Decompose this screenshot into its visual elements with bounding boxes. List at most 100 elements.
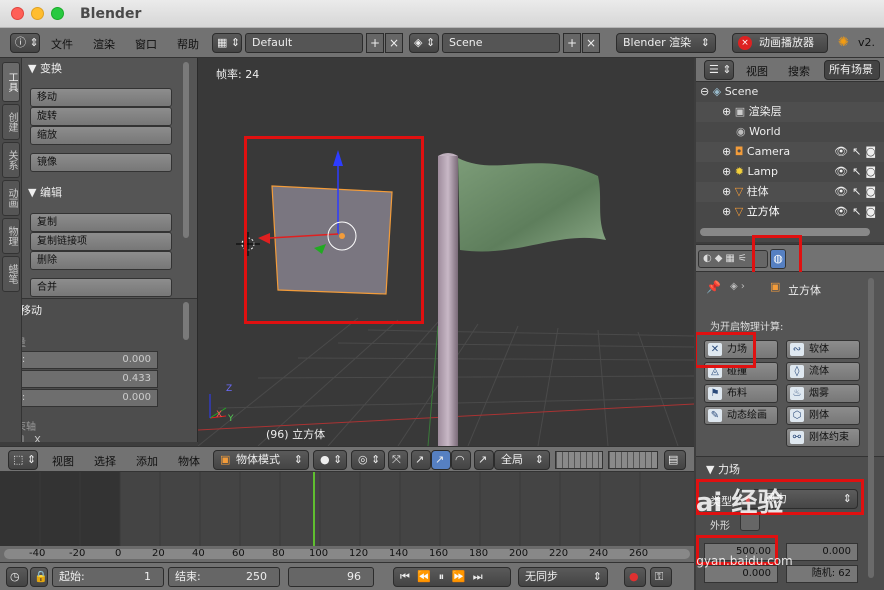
vp-menu-view[interactable]: 视图 — [52, 453, 74, 469]
transform-orientation-icon[interactable]: ↗ — [474, 450, 494, 470]
outliner-row-lamp[interactable]: ⊕ ✹ Lamp 👁↖◙ — [696, 162, 884, 182]
playback-controls[interactable]: ⏮ ⏪ ⏸ ⏩ ⏭ — [393, 567, 511, 587]
collapse-icon[interactable]: ⊖ — [700, 85, 709, 98]
scene-field[interactable]: Scene — [442, 33, 560, 53]
shading-select[interactable]: ● ⇕ — [313, 450, 347, 470]
constraint-x-checkbox[interactable] — [22, 435, 24, 442]
delete-button[interactable]: 删除 — [30, 251, 172, 270]
outliner-row-cube[interactable]: ⊕ ▽ 立方体 👁↖◙ — [696, 202, 884, 222]
smoke-button[interactable]: ♨ 烟雾 — [786, 384, 860, 403]
menu-help[interactable]: 帮助 — [177, 36, 199, 52]
flag-mesh[interactable] — [458, 158, 606, 252]
timeline-scrollbar[interactable] — [4, 549, 690, 559]
scale-button[interactable]: 缩放 — [30, 126, 172, 145]
rigid-body-constraint-button[interactable]: ⚯ 刚体约束 — [786, 428, 860, 447]
add-scene-button[interactable]: + — [563, 33, 581, 53]
tab-tools[interactable]: 工具 — [2, 62, 20, 102]
close-window-button[interactable] — [11, 7, 24, 20]
expand-icon[interactable]: ⊕ — [722, 145, 731, 158]
mirror-button[interactable]: 镜像 — [30, 153, 172, 172]
outliner-row-world[interactable]: ◉ World — [696, 122, 884, 142]
animation-player-button[interactable]: × 动画播放器 — [732, 33, 828, 53]
expand-icon[interactable]: ⊕ — [722, 105, 731, 118]
outliner-menu-search[interactable]: 搜索 — [788, 63, 810, 79]
menu-window[interactable]: 窗口 — [135, 36, 157, 52]
menu-render[interactable]: 渲染 — [93, 36, 115, 52]
outliner-row-render-layers[interactable]: ⊕ ▣ 渲染层 — [696, 102, 884, 122]
flow-field[interactable]: 0.000 — [786, 543, 858, 561]
edit-panel-header[interactable]: ▼ 编辑 — [28, 184, 62, 200]
vector-x-field[interactable]: X: 0.000 — [22, 351, 158, 369]
properties-scrollbar[interactable] — [868, 278, 874, 578]
join-button[interactable]: 合并 — [30, 278, 172, 297]
seed-field[interactable]: 随机: 62 — [786, 565, 858, 583]
screen-layout-field[interactable]: Default — [245, 33, 363, 53]
pole-mesh[interactable] — [438, 156, 458, 446]
sync-mode-select[interactable]: 无同步 ⇕ — [518, 567, 608, 587]
start-frame-field[interactable]: 起始: 1 — [52, 567, 164, 587]
visibility-toggles[interactable]: 👁↖◙ — [834, 182, 880, 202]
outliner-menu-view[interactable]: 视图 — [746, 63, 768, 79]
gizmo-z-arrow[interactable] — [333, 150, 343, 166]
outliner-row-cylinder[interactable]: ⊕ ▽ 柱体 👁↖◙ — [696, 182, 884, 202]
outliner-filter-select[interactable]: 所有场景 — [824, 60, 880, 80]
visibility-toggles[interactable]: 👁↖◙ — [834, 162, 880, 182]
move-button[interactable]: 移动 — [30, 88, 172, 107]
gizmo-x-arrow[interactable] — [258, 233, 270, 244]
force-field-panel-header[interactable]: ▼ 力场 — [706, 461, 740, 477]
cube-mesh[interactable] — [271, 185, 393, 295]
soft-body-button[interactable]: ∾ 软体 — [786, 340, 860, 359]
vp-menu-object[interactable]: 物体 — [178, 453, 200, 469]
outliner-row-scene[interactable]: ⊖ ◈ Scene — [696, 82, 884, 102]
outliner-row-camera[interactable]: ⊕ ◘ Camera 👁↖◙ — [696, 142, 884, 162]
outliner-editor-icon[interactable]: ☰ ⇕ — [704, 60, 734, 80]
timeline-editor-icon[interactable]: ◷ — [6, 567, 28, 587]
duplicate-button[interactable]: 复制 — [30, 213, 172, 232]
render-engine-select[interactable]: Blender 渲染 ⇕ — [616, 33, 716, 53]
rotate-button[interactable]: 旋转 — [30, 107, 172, 126]
tab-create[interactable]: 创建 — [2, 104, 20, 140]
visibility-toggles[interactable]: 👁↖◙ — [834, 142, 880, 162]
current-frame-field[interactable]: 96 — [288, 567, 374, 587]
expand-icon[interactable]: ⊕ — [722, 185, 731, 198]
rotate-manipulator-icon[interactable]: ↗ — [431, 450, 451, 470]
mode-select[interactable]: ▣ 物体模式 ⇕ — [213, 450, 309, 470]
outliner-scrollbar[interactable] — [700, 228, 870, 236]
context-tabs[interactable]: ◐◆▦⚟ — [698, 250, 768, 268]
3d-cursor[interactable] — [236, 232, 260, 256]
remove-layout-button[interactable]: × — [385, 33, 403, 53]
maximize-window-button[interactable] — [51, 7, 64, 20]
add-layout-button[interactable]: + — [366, 33, 384, 53]
screen-layout-icon[interactable]: ▦ ⇕ — [212, 33, 242, 53]
transform-panel-header[interactable]: ▼ 变换 — [28, 60, 62, 76]
dynamic-paint-button[interactable]: ✎ 动态绘画 — [704, 406, 778, 425]
duplicate-linked-button[interactable]: 复制链接项 — [30, 232, 172, 251]
layers-grid-2[interactable] — [608, 451, 658, 469]
timeline[interactable]: -40 -20 0 20 40 60 80 100 120 140 160 180 200 220 240 2… — [0, 472, 694, 562]
orientation-select[interactable]: 全局 ⇕ — [494, 450, 550, 470]
3d-viewport[interactable]: 帧率: 24 (96) 立方体 Z X Y — [198, 58, 694, 446]
remove-scene-button[interactable]: × — [582, 33, 600, 53]
operator-scrollbar[interactable] — [183, 302, 189, 340]
expand-icon[interactable]: ⊕ — [722, 205, 731, 218]
minimize-window-button[interactable] — [31, 7, 44, 20]
render-preview-icon[interactable]: ▤ — [664, 450, 686, 470]
layers-grid-1[interactable] — [555, 451, 603, 469]
pivot-select[interactable]: ◎ ⇕ — [351, 450, 385, 470]
keying-icon[interactable]: ⚿ — [650, 567, 672, 587]
operator-panel-header[interactable]: ▼ 移动 — [22, 302, 42, 318]
menu-file[interactable]: 文件 — [51, 36, 73, 52]
tab-grease-pencil[interactable]: 蜡笔 — [2, 256, 20, 292]
manipulator-toggle[interactable]: ⤧ — [388, 450, 408, 470]
force-field-button[interactable]: ✕ 力场 — [704, 340, 778, 359]
editor-type-3d-button[interactable]: ⬚ ⇕ — [8, 450, 38, 470]
lock-icon[interactable]: 🔒 — [30, 567, 48, 587]
scene-icon[interactable]: ◈ ⇕ — [409, 33, 439, 53]
fluid-button[interactable]: ◊ 流体 — [786, 362, 860, 381]
end-frame-field[interactable]: 结束: 250 — [168, 567, 280, 587]
visibility-toggles[interactable]: 👁↖◙ — [834, 202, 880, 222]
vector-z-field[interactable]: Z: 0.000 — [22, 389, 158, 407]
collision-button[interactable]: ◬ 碰撞 — [704, 362, 778, 381]
vp-menu-select[interactable]: 选择 — [94, 453, 116, 469]
cloth-button[interactable]: ⚑ 布料 — [704, 384, 778, 403]
